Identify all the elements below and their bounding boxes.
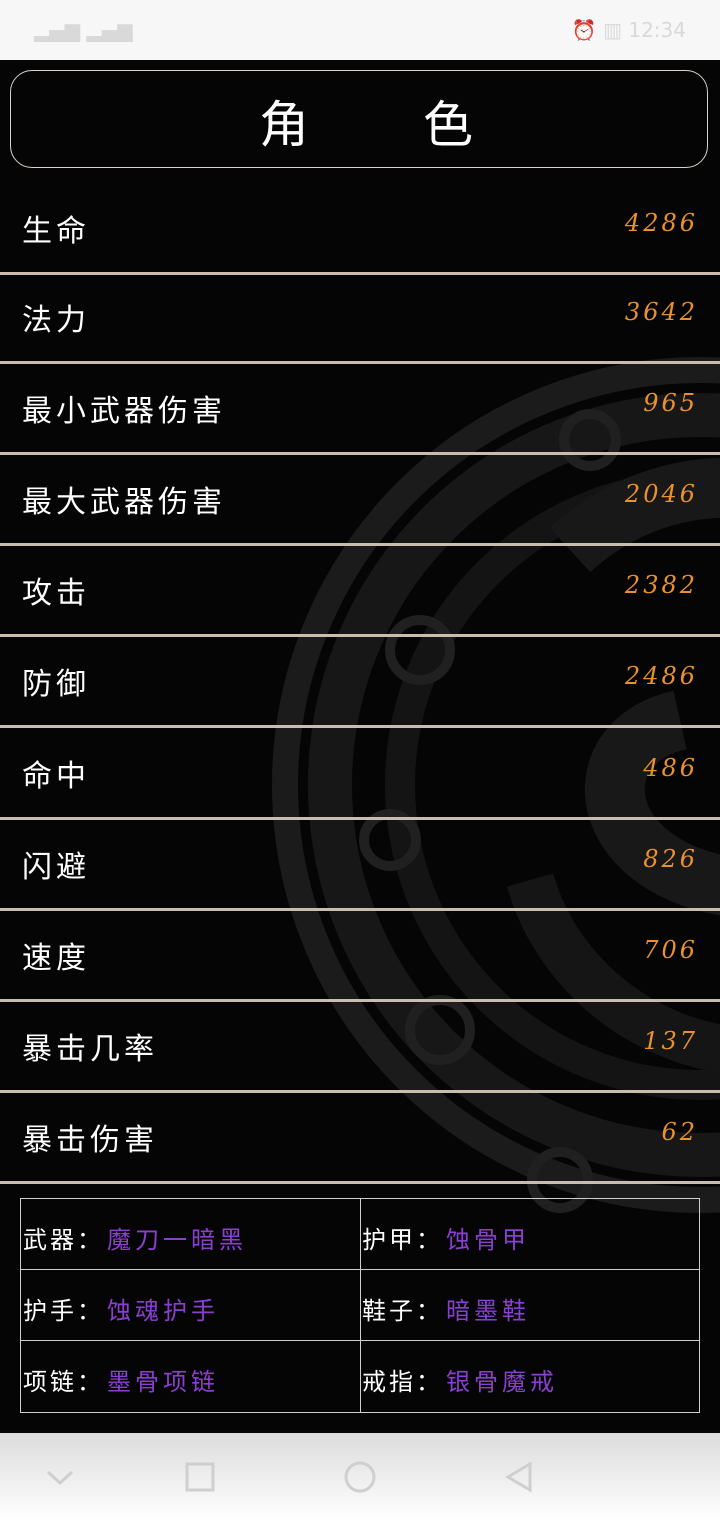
stat-label: 暴击伤害 [22,1123,158,1158]
home-circle-icon[interactable] [340,1457,380,1497]
equipment-value: 魔刀一暗黑 [107,1226,247,1254]
equipment-key: 护手： [23,1297,104,1325]
equipment-value: 墨骨项链 [107,1368,219,1396]
stat-row-dodge: 闪避 826 [0,822,720,911]
stat-row-crit-damage: 暴击伤害 62 [0,1095,720,1184]
stat-row-crit-rate: 暴击几率 137 [0,1004,720,1093]
stat-label: 法力 [22,303,90,338]
system-nav-bar [0,1433,720,1520]
stat-label: 攻击 [22,576,90,611]
equipment-slot-armor[interactable]: 护甲： 蚀骨甲 [360,1199,700,1270]
chevron-down-icon[interactable] [40,1457,80,1497]
stat-label: 命中 [22,759,90,794]
page-title-char-1: 角 [259,96,309,154]
stat-label: 暴击几率 [22,1032,158,1067]
stat-value: 3642 [624,298,698,326]
character-screen: 角 色 生命 4286 法力 3642 最小武器伤害 965 最大武器伤害 20… [0,60,720,1433]
stat-value: 965 [643,389,698,417]
signal-icons: ▂▄▆ ▂▄▆ [34,18,133,42]
equipment-value: 银骨魔戒 [446,1368,558,1396]
equipment-value: 蚀骨甲 [446,1226,530,1254]
equipment-key: 武器： [23,1226,104,1254]
stat-label: 闪避 [22,850,90,885]
equipment-key: 鞋子： [362,1297,443,1325]
stat-row-hp: 生命 4286 [0,186,720,275]
equipment-value: 暗墨鞋 [446,1297,530,1325]
stat-row-min-weapon-damage: 最小武器伤害 965 [0,366,720,455]
equipment-slot-ring[interactable]: 戒指： 银骨魔戒 [360,1341,700,1412]
stat-row-max-weapon-damage: 最大武器伤害 2046 [0,457,720,546]
equipment-slot-weapon[interactable]: 武器： 魔刀一暗黑 [21,1199,361,1270]
recents-square-icon[interactable] [180,1457,220,1497]
status-bar: ▂▄▆ ▂▄▆ ⏰ ▥ 12:34 [0,0,720,60]
stat-value: 4286 [624,209,698,237]
stat-value: 2046 [624,480,698,508]
stat-label: 最小武器伤害 [22,394,226,429]
stat-value: 137 [643,1027,698,1055]
stat-row-mp: 法力 3642 [0,275,720,364]
stat-value: 2486 [624,662,698,690]
equipment-slot-shoes[interactable]: 鞋子： 暗墨鞋 [360,1270,700,1341]
stat-row-defense: 防御 2486 [0,639,720,728]
stat-row-speed: 速度 706 [0,913,720,1002]
equipment-key: 戒指： [362,1368,443,1396]
equipment-table: 武器： 魔刀一暗黑 护甲： 蚀骨甲 护手： 蚀魂护手 鞋子： 暗墨鞋 项链： 墨… [20,1198,700,1413]
stat-value: 706 [643,936,698,964]
equipment-slot-necklace[interactable]: 项链： 墨骨项链 [21,1341,361,1412]
page-title-char-2: 色 [423,96,473,154]
stat-row-attack: 攻击 2382 [0,548,720,637]
equipment-value: 蚀魂护手 [107,1297,219,1325]
title-box: 角 色 [10,70,708,168]
status-right-info: ⏰ ▥ 12:34 [571,18,686,42]
stat-value: 62 [661,1118,698,1146]
back-triangle-icon[interactable] [500,1457,540,1497]
stat-label: 生命 [22,214,90,249]
equipment-slot-gloves[interactable]: 护手： 蚀魂护手 [21,1270,361,1341]
equipment-key: 护甲： [362,1226,443,1254]
stat-row-accuracy: 命中 486 [0,731,720,820]
stat-label: 最大武器伤害 [22,485,226,520]
stat-label: 速度 [22,941,90,976]
equipment-key: 项链： [23,1368,104,1396]
stat-label: 防御 [22,667,90,702]
stat-value: 2382 [624,571,698,599]
stat-value: 826 [643,845,698,873]
stat-value: 486 [643,754,698,782]
